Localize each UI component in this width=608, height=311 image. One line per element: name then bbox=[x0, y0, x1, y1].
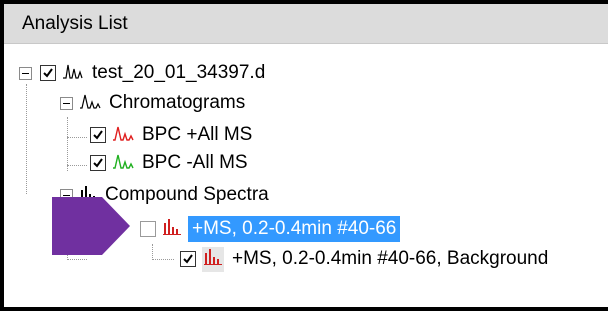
tree-connector bbox=[67, 117, 68, 171]
bpc-negative-checkbox[interactable] bbox=[90, 155, 106, 171]
tree-item-chromatograms[interactable]: Chromatograms bbox=[60, 90, 245, 116]
spectrum-selected-checkbox[interactable] bbox=[140, 221, 156, 237]
tree-item-bpc-negative[interactable]: BPC -All MS bbox=[90, 150, 248, 176]
tree-item-spectrum-background[interactable]: +MS, 0.2-0.4min #40-66, Background bbox=[180, 246, 548, 272]
spectrum-icon bbox=[202, 246, 224, 272]
bpc-positive-checkbox[interactable] bbox=[90, 127, 106, 143]
tree-connector bbox=[152, 259, 174, 260]
tree-item-file[interactable]: test_20_01_34397.d bbox=[19, 60, 265, 86]
tree-connector bbox=[67, 137, 87, 138]
panel-title: Analysis List bbox=[4, 4, 608, 44]
chromatogram-icon bbox=[112, 152, 134, 175]
bpc-negative-label: BPC -All MS bbox=[142, 152, 248, 173]
bpc-positive-label: BPC +All MS bbox=[142, 124, 253, 145]
peaks-icon bbox=[62, 62, 84, 85]
analysis-list-panel: Analysis List test_20_01_34397.d Chromat… bbox=[0, 0, 608, 311]
spectrum-selected-label: +MS, 0.2-0.4min #40-66 bbox=[188, 216, 401, 242]
arrow-pointer bbox=[52, 197, 130, 255]
collapse-toggle[interactable] bbox=[60, 96, 73, 110]
chromatogram-icon bbox=[79, 92, 101, 115]
tree-connector bbox=[26, 84, 27, 194]
spectrum-background-label: +MS, 0.2-0.4min #40-66, Background bbox=[232, 248, 549, 269]
tree-item-bpc-positive[interactable]: BPC +All MS bbox=[90, 122, 252, 148]
spectrum-background-checkbox[interactable] bbox=[180, 251, 196, 267]
spectrum-icon bbox=[162, 218, 182, 241]
chromatogram-icon bbox=[112, 124, 134, 147]
chromatograms-label: Chromatograms bbox=[109, 92, 246, 113]
file-checkbox[interactable] bbox=[40, 65, 56, 81]
collapse-toggle[interactable] bbox=[19, 66, 32, 80]
tree-item-spectrum-selected[interactable]: +MS, 0.2-0.4min #40-66 bbox=[140, 216, 401, 242]
file-label: test_20_01_34397.d bbox=[92, 62, 266, 83]
tree-connector bbox=[67, 259, 87, 260]
tree-connector bbox=[152, 244, 153, 260]
tree-connector bbox=[67, 165, 87, 166]
